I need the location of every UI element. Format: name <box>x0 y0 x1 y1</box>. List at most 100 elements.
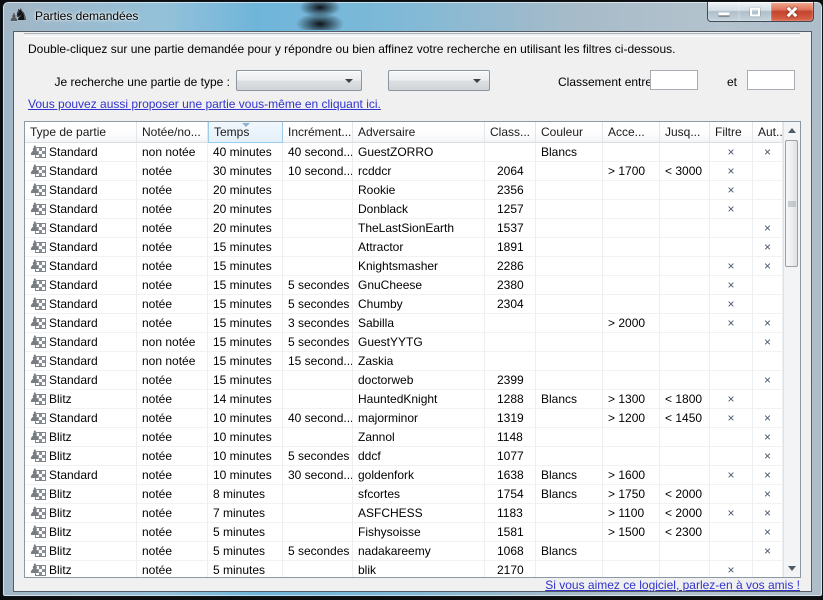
cell-adversary: HauntedKnight <box>353 390 485 409</box>
cell-rated: notée <box>137 219 208 238</box>
cell-increment: 40 second... <box>283 409 353 428</box>
cell-color <box>536 523 603 542</box>
cell-auto <box>753 276 783 295</box>
table-row[interactable]: ♟Standardnotée15 minutesKnightsmasher228… <box>25 257 783 276</box>
column-header-color[interactable]: Couleur <box>536 122 603 143</box>
cell-max <box>660 447 710 466</box>
cell-max <box>660 561 710 577</box>
table-row[interactable]: ♟Standardnon notée15 minutes5 secondesGu… <box>25 333 783 352</box>
cell-min <box>603 371 660 390</box>
cell-rating: 2380 <box>485 276 536 295</box>
column-header-min[interactable]: Acce... <box>603 122 660 143</box>
rating-max-input[interactable] <box>747 70 795 90</box>
cell-rated: notée <box>137 409 208 428</box>
cell-type: ♟Blitz <box>25 390 137 409</box>
column-header-time[interactable]: Temps <box>208 122 283 143</box>
cell-filter <box>710 428 753 447</box>
table-row[interactable]: ♟Standardnon notée15 minutes15 second...… <box>25 352 783 371</box>
cell-min <box>603 447 660 466</box>
chess-pawn-board-icon: ♟ <box>30 393 47 406</box>
propose-game-link[interactable]: Vous pouvez aussi proposer une partie vo… <box>28 97 381 111</box>
cell-increment <box>283 504 353 523</box>
cell-rating <box>485 333 536 352</box>
titlebar[interactable]: ♟ ♞ Parties demandées <box>3 2 822 31</box>
cell-min <box>603 238 660 257</box>
table-row[interactable]: ♟Blitznotée7 minutesASFCHESS1183> 1100< … <box>25 504 783 523</box>
close-button[interactable] <box>771 2 814 22</box>
cell-max <box>660 542 710 561</box>
table-row[interactable]: ♟Standardnotée15 minutesAttractor1891× <box>25 238 783 257</box>
chess-pawn-board-icon: ♟ <box>30 488 47 501</box>
scrollbar-thumb[interactable] <box>785 140 798 267</box>
vertical-scrollbar[interactable] <box>783 122 800 577</box>
table-row[interactable]: ♟Blitznotée14 minutesHauntedKnight1288Bl… <box>25 390 783 409</box>
games-table: Type de partieNotée/no... Temps Incrément.… <box>24 121 801 578</box>
game-type-text: Blitz <box>49 523 72 541</box>
cell-auto <box>753 181 783 200</box>
table-row[interactable]: ♟Blitznotée5 minutes5 secondesnadakareem… <box>25 542 783 561</box>
cell-rated: notée <box>137 238 208 257</box>
table-row[interactable]: ♟Standardnotée10 minutes30 second...gold… <box>25 466 783 485</box>
table-row[interactable]: ♟Standardnotée15 minutes3 secondesSabill… <box>25 314 783 333</box>
table-row[interactable]: ♟Standardnon notée40 minutes40 second...… <box>25 143 783 162</box>
game-type-select[interactable] <box>236 70 362 91</box>
table-row[interactable]: ♟Blitznotée10 minutesZannol1148× <box>25 428 783 447</box>
table-row[interactable]: ♟Standardnotée10 minutes40 second...majo… <box>25 409 783 428</box>
chess-pawn-board-icon: ♟ <box>30 165 47 178</box>
cell-time: 5 minutes <box>208 561 283 577</box>
cell-rated: notée <box>137 428 208 447</box>
cell-max <box>660 428 710 447</box>
table-row[interactable]: ♟Standardnotée30 minutes10 second...rcdd… <box>25 162 783 181</box>
cell-adversary: Sabilla <box>353 314 485 333</box>
cell-rating: 1288 <box>485 390 536 409</box>
table-row[interactable]: ♟Standardnotée15 minutesdoctorweb2399× <box>25 371 783 390</box>
cell-adversary: Donblack <box>353 200 485 219</box>
table-row[interactable]: ♟Standardnotée20 minutesRookie2356× <box>25 181 783 200</box>
column-header-rated[interactable]: Notée/no... <box>137 122 208 143</box>
cell-rating: 2399 <box>485 371 536 390</box>
maximize-button[interactable] <box>739 2 772 22</box>
table-row[interactable]: ♟Standardnotée20 minutesDonblack1257× <box>25 200 783 219</box>
table-row[interactable]: ♟Standardnotée15 minutes5 secondesChumby… <box>25 295 783 314</box>
column-header-label: Temps <box>214 125 249 139</box>
cell-filter: × <box>710 181 753 200</box>
cell-filter <box>710 371 753 390</box>
cell-color <box>536 181 603 200</box>
column-header-adversary[interactable]: Adversaire <box>353 122 485 143</box>
rating-min-input[interactable] <box>650 70 698 90</box>
column-header-increment[interactable]: Incrément... <box>283 122 353 143</box>
minimize-button[interactable] <box>707 2 740 22</box>
game-type-text: Standard <box>49 371 98 389</box>
table-row[interactable]: ♟Blitznotée5 minutesFishysoisse1581> 150… <box>25 523 783 542</box>
chess-pawn-board-icon: ♟ <box>30 298 47 311</box>
column-header-type[interactable]: Type de partie <box>25 122 137 143</box>
instruction-text: Double-cliquez sur une partie demandée p… <box>28 42 675 56</box>
table-row[interactable]: ♟Standardnotée15 minutes5 secondesGnuChe… <box>25 276 783 295</box>
column-header-auto[interactable]: Aut... <box>753 122 783 143</box>
table-row[interactable]: ♟Standardnotée20 minutesTheLastSionEarth… <box>25 219 783 238</box>
cell-adversary: GnuCheese <box>353 276 485 295</box>
column-header-max[interactable]: Jusq... <box>660 122 710 143</box>
cell-type: ♟Standard <box>25 295 137 314</box>
table-row[interactable]: ♟Blitznotée8 minutessfcortes1754Blancs> … <box>25 485 783 504</box>
scroll-up-button[interactable] <box>784 122 800 139</box>
secondary-filter-select[interactable] <box>388 70 490 91</box>
cell-min <box>603 352 660 371</box>
scrollbar-grip-icon <box>788 201 796 206</box>
cell-type: ♟Standard <box>25 143 137 162</box>
cell-color <box>536 371 603 390</box>
column-header-filter[interactable]: Filtre <box>710 122 753 143</box>
cell-type: ♟Blitz <box>25 523 137 542</box>
cell-max <box>660 238 710 257</box>
cell-rating: 2064 <box>485 162 536 181</box>
game-type-text: Standard <box>49 276 98 294</box>
scroll-down-button[interactable] <box>784 560 800 577</box>
scroll-down-icon <box>788 566 796 571</box>
column-header-rating[interactable]: Class... <box>485 122 536 143</box>
cell-type: ♟Blitz <box>25 428 137 447</box>
table-row[interactable]: ♟Blitznotée10 minutes5 secondesddcf1077× <box>25 447 783 466</box>
share-software-link[interactable]: Si vous aimez ce logiciel, parlez-en à v… <box>545 578 800 592</box>
column-header-label: Jusq... <box>665 125 700 139</box>
table-row[interactable]: ♟Blitznotée5 minutesblik2170× <box>25 561 783 577</box>
cell-min <box>603 295 660 314</box>
